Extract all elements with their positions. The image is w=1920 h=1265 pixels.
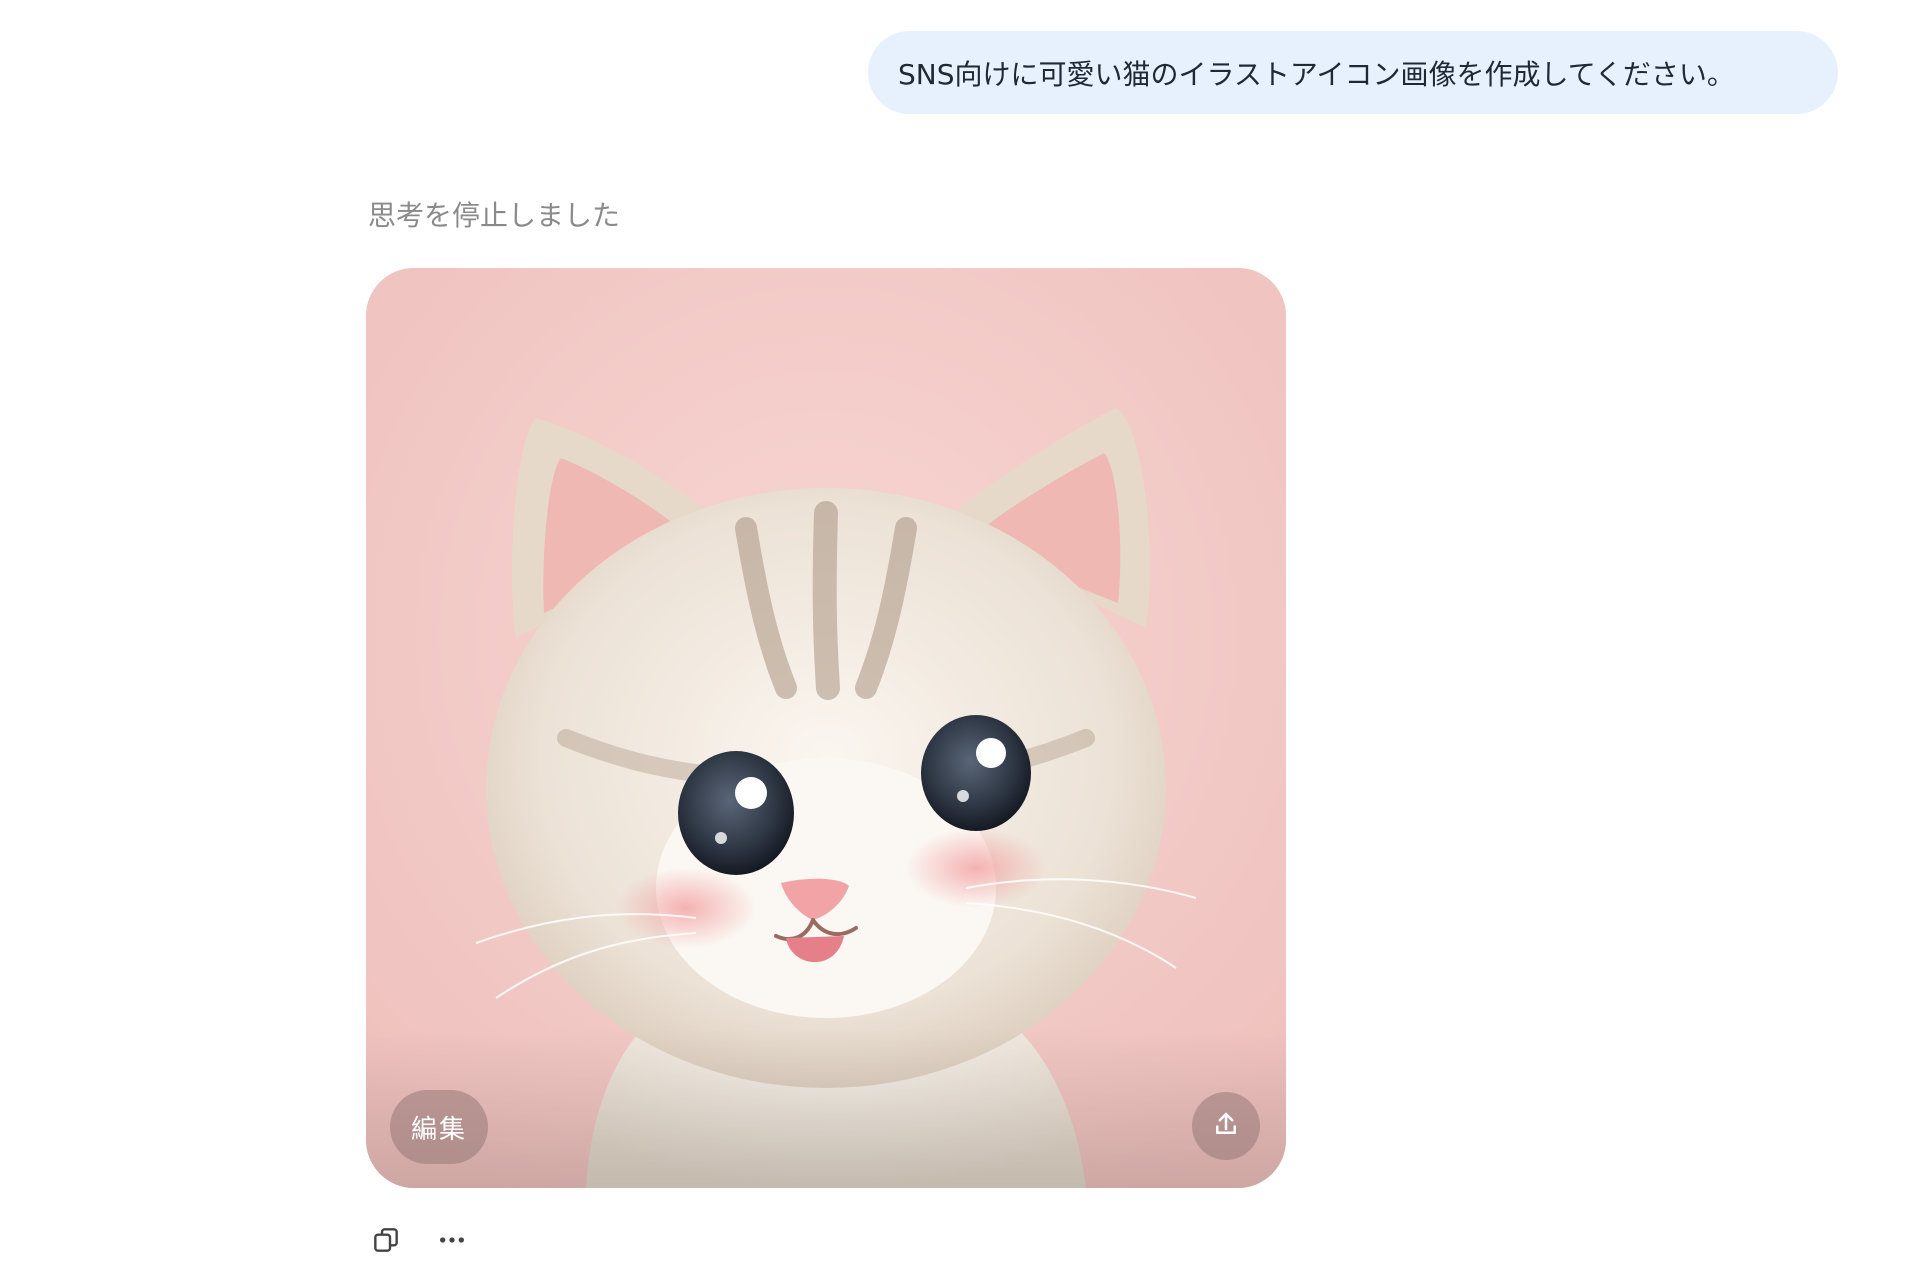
generated-image[interactable]: 編集 <box>366 268 1286 1188</box>
thinking-status: 思考を停止しました <box>368 199 621 232</box>
edit-image-button[interactable]: 編集 <box>390 1090 488 1164</box>
copy-button[interactable] <box>366 1222 406 1262</box>
share-image-button[interactable] <box>1192 1092 1260 1160</box>
upload-icon <box>1211 1109 1241 1143</box>
message-actions <box>366 1222 472 1262</box>
user-message-bubble: SNS向けに可愛い猫のイラストアイコン画像を作成してください。 <box>868 31 1838 114</box>
image-overlay-shade <box>366 1028 1286 1188</box>
user-message-text: SNS向けに可愛い猫のイラストアイコン画像を作成してください。 <box>898 57 1735 91</box>
more-options-button[interactable] <box>432 1222 472 1262</box>
copy-icon <box>370 1224 402 1260</box>
more-horizontal-icon <box>436 1224 468 1260</box>
chat-page: SNS向けに可愛い猫のイラストアイコン画像を作成してください。 思考を停止しまし… <box>0 0 1920 1265</box>
edit-button-label: 編集 <box>410 1114 467 1145</box>
